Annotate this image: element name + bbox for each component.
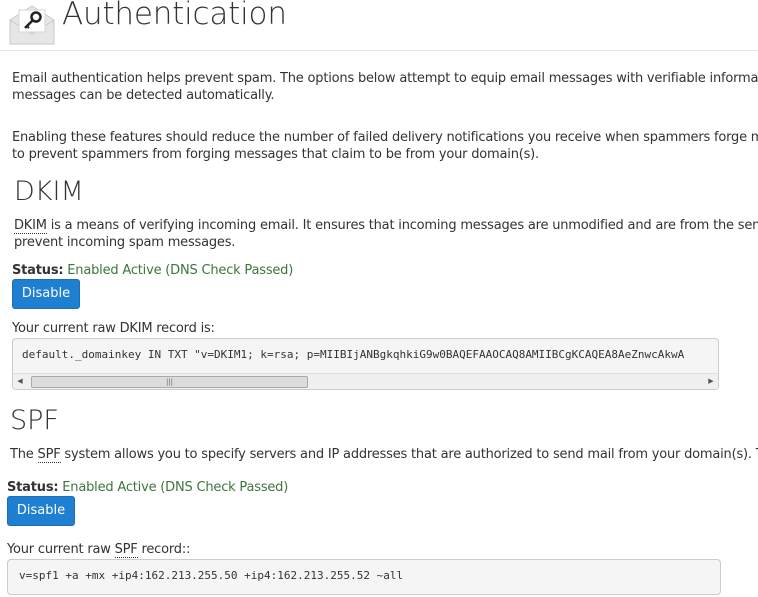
dkim-status-value: Enabled Active (DNS Check Passed) [67, 263, 294, 278]
spf-disable-button[interactable]: Disable [7, 496, 75, 526]
spf-status: Status: Enabled Active (DNS Check Passed… [7, 480, 288, 495]
dkim-status: Status: Enabled Active (DNS Check Passed… [12, 263, 293, 278]
spf-record-box[interactable]: v=spf1 +a +mx +ip4:162.213.255.50 +ip4:1… [7, 559, 721, 595]
envelope-key-icon [9, 5, 55, 45]
dkim-desc-line2: prevent incoming spam messages. [14, 235, 236, 250]
spf-status-value: Enabled Active (DNS Check Passed) [62, 480, 289, 495]
spf-record-label-pre: Your current raw [7, 542, 115, 557]
page-header: Authentication [0, 0, 758, 51]
spf-description: The SPF system allows you to specify ser… [10, 446, 758, 463]
dkim-heading: DKIM [14, 176, 84, 207]
intro-paragraph-2: Enabling these features should reduce th… [12, 129, 758, 163]
intro-p2-line2: to prevent spammers from forging message… [12, 147, 539, 162]
intro-p1-line1: Email authentication helps prevent spam.… [12, 71, 758, 86]
dkim-status-label: Status: [12, 263, 64, 278]
dkim-record-value: default._domainkey IN TXT "v=DKIM1; k=rs… [22, 348, 685, 361]
scroll-right-arrow-icon[interactable]: ▶ [704, 374, 718, 389]
dkim-desc-line1-text: is a means of verifying incoming email. … [46, 218, 758, 233]
intro-paragraph-1: Email authentication helps prevent spam.… [12, 70, 758, 104]
scrollbar-thumb[interactable]: ||| [31, 376, 308, 388]
intro-p1-line2: messages can be detected automatically. [12, 88, 275, 103]
scrollbar-grip-icon: ||| [165, 378, 174, 386]
spf-abbr: SPF [37, 447, 61, 463]
spf-record-label: Your current raw SPF record:: [7, 542, 191, 558]
page-title: Authentication [62, 0, 287, 32]
dkim-record-label: Your current raw DKIM record is: [12, 321, 215, 336]
spf-heading: SPF [10, 405, 59, 436]
spf-desc-text: system allows you to specify servers and… [60, 447, 758, 462]
intro-p2-line1: Enabling these features should reduce th… [12, 130, 758, 145]
scroll-left-arrow-icon[interactable]: ◀ [13, 374, 27, 389]
spf-desc-pre: The [10, 447, 38, 462]
spf-record-abbr: SPF [114, 542, 138, 558]
page: Authentication Email authentication help… [0, 0, 758, 597]
dkim-abbr: DKIM [14, 218, 47, 234]
dkim-disable-button[interactable]: Disable [12, 279, 80, 309]
dkim-record-box[interactable]: default._domainkey IN TXT "v=DKIM1; k=rs… [12, 338, 719, 390]
dkim-record-scrollbar[interactable]: ◀ ||| ▶ [13, 373, 718, 389]
spf-record-label-post: record:: [137, 542, 191, 557]
spf-status-label: Status: [7, 480, 59, 495]
dkim-description: DKIM is a means of verifying incoming em… [14, 217, 758, 251]
spf-record-value: v=spf1 +a +mx +ip4:162.213.255.50 +ip4:1… [19, 569, 404, 582]
dkim-desc-line1: DKIM is a means of verifying incoming em… [14, 217, 758, 234]
